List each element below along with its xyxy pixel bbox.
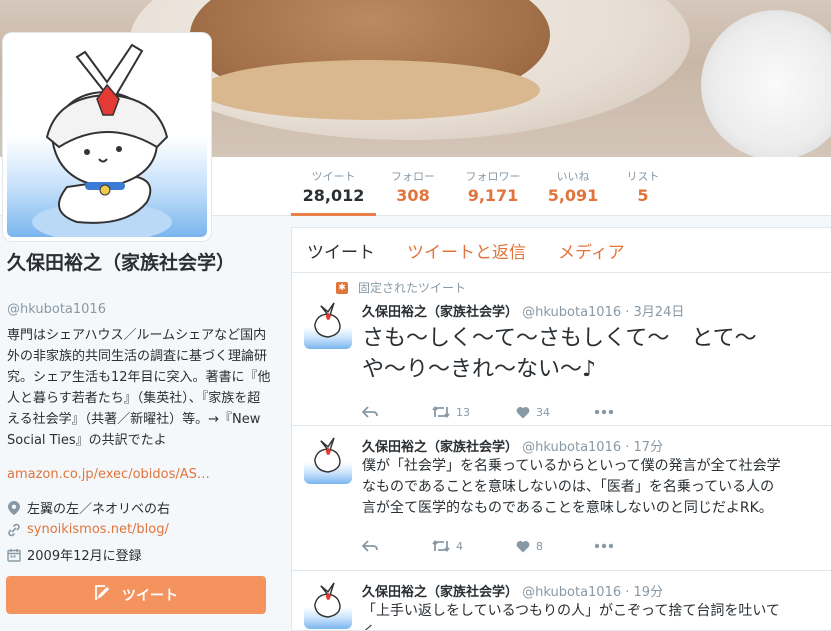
tweet-time[interactable]: · 19分	[625, 585, 663, 600]
link-icon	[7, 523, 21, 537]
tweet-time[interactable]: · 3月24日	[625, 305, 684, 320]
tweet-header: 久保田裕之（家族社会学） @hkubota1016 · 3月24日	[362, 301, 831, 320]
tab-tweets-and-replies[interactable]: ツイートと返信	[407, 238, 526, 263]
profile-website: synoikismos.net/blog/	[7, 522, 169, 537]
tweet-text: く。	[362, 622, 831, 630]
profile-bio: 専門はシェアハウス／ルームシェアなど国内外の非家族的共同生活の調査に基づく理論研…	[7, 328, 271, 448]
tweet-text: さも〜しく〜て〜さもしくて〜 とて〜	[362, 326, 757, 351]
profile-handle[interactable]: @hkubota1016	[7, 302, 106, 317]
heart-icon	[516, 540, 530, 552]
bio-link[interactable]: amazon.co.jp/exec/obidos/AS…	[7, 467, 210, 482]
retweet-button[interactable]: 4	[432, 540, 516, 553]
tweet-avatar[interactable]	[304, 301, 352, 349]
reply-icon	[362, 540, 378, 552]
more-button[interactable]	[594, 543, 614, 549]
reply-button[interactable]	[362, 540, 432, 552]
tweet-author-handle[interactable]: @hkubota1016	[522, 305, 621, 320]
tweet-author-name[interactable]: 久保田裕之（家族社会学）	[362, 440, 518, 455]
stat-lists[interactable]: リスト 5	[620, 157, 666, 216]
retweet-icon	[432, 540, 450, 552]
tab-tweets[interactable]: ツイート	[307, 238, 375, 263]
avatar-illustration	[32, 43, 172, 237]
like-button[interactable]: 34	[516, 406, 594, 419]
heart-icon	[516, 406, 530, 418]
reply-button[interactable]	[362, 406, 432, 418]
tweet-text: 「上手い返しをしているつもりの人」がこぞって捨て台詞を吐いて	[362, 603, 780, 619]
stat-likes[interactable]: いいね 5,091	[545, 157, 601, 216]
tweet-header: 久保田裕之（家族社会学） @hkubota1016 · 19分	[362, 581, 831, 600]
timeline-tabs: ツイート ツイートと返信 メディア	[292, 228, 831, 273]
calendar-icon	[7, 548, 21, 562]
more-icon	[594, 543, 614, 549]
stat-followers[interactable]: フォロワー 9,171	[458, 157, 528, 216]
tweet-item[interactable]: ✱ 固定されたツイート 久保田裕之（家族社会学） @hkubota1016 · …	[292, 273, 831, 426]
retweet-icon	[432, 406, 450, 418]
tweet-time[interactable]: · 17分	[625, 440, 663, 455]
tweet-avatar[interactable]	[304, 581, 352, 629]
profile-name[interactable]: 久保田裕之（家族社会学）	[7, 251, 267, 275]
tweet-item[interactable]: 久保田裕之（家族社会学） @hkubota1016 · 17分 僕が「社会学」を…	[292, 426, 831, 571]
tweet-text: なものであることを意味しないのは、「医者」を名乗っている人の	[362, 479, 775, 495]
profile-joined: 2009年12月に登録	[7, 545, 142, 564]
profile-location: 左翼の左／ネオリベの右	[7, 498, 170, 517]
pin-icon: ✱	[336, 281, 348, 294]
tweet-author-name[interactable]: 久保田裕之（家族社会学）	[362, 585, 518, 600]
like-button[interactable]: 8	[516, 540, 594, 553]
tweet-item[interactable]: 久保田裕之（家族社会学） @hkubota1016 · 19分 「上手い返しをし…	[292, 571, 831, 630]
reply-icon	[362, 406, 378, 418]
tweet-actions: 13 34	[362, 397, 831, 427]
more-button[interactable]	[594, 409, 614, 415]
stat-following[interactable]: フォロー 308	[380, 157, 446, 216]
tweet-header: 久保田裕之（家族社会学） @hkubota1016 · 17分	[362, 436, 831, 455]
tweet-avatar[interactable]	[304, 436, 352, 484]
more-icon	[594, 409, 614, 415]
tweet-author-handle[interactable]: @hkubota1016	[522, 440, 621, 455]
compose-tweet-button[interactable]: ツイート	[6, 576, 266, 614]
retweet-button[interactable]: 13	[432, 406, 516, 419]
website-link[interactable]: synoikismos.net/blog/	[27, 522, 169, 537]
pinned-label: ✱ 固定されたツイート	[336, 279, 466, 296]
stat-tweets[interactable]: ツイート 28,012	[291, 157, 376, 216]
tweet-author-handle[interactable]: @hkubota1016	[522, 585, 621, 600]
tab-media[interactable]: メディア	[558, 238, 625, 263]
location-pin-icon	[7, 500, 21, 515]
tweet-author-name[interactable]: 久保田裕之（家族社会学）	[362, 305, 518, 320]
profile-avatar[interactable]	[3, 33, 211, 241]
tweet-text: や〜り〜きれ〜ない〜♪	[362, 357, 597, 382]
tweet-text: 言が全て医学的なものであることを意味しないのと同じだよRK。	[362, 500, 773, 516]
tweet-actions: 4 8	[362, 531, 831, 561]
compose-icon	[94, 584, 114, 606]
timeline: ツイート ツイートと返信 メディア ✱ 固定されたツイート 久保田裕之（家族社会…	[291, 227, 831, 631]
tweet-text: 僕が「社会学」を名乗っているからといって僕の発言が全て社会学	[362, 458, 781, 474]
